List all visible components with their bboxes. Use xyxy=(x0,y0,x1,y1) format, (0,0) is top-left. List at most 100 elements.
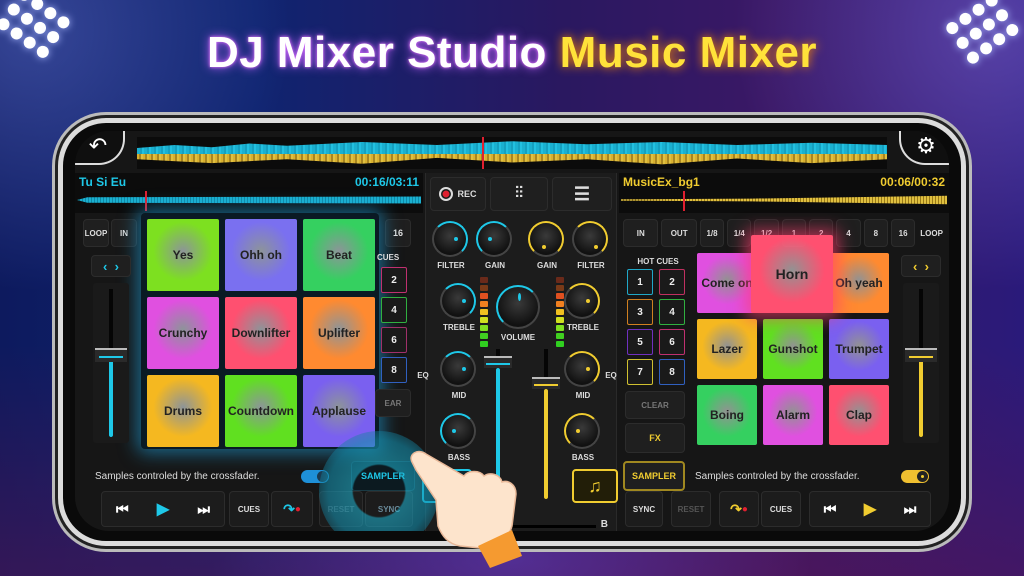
gain-b-label: GAIN xyxy=(537,261,557,270)
deck-b-hot-cue[interactable]: 8 xyxy=(659,359,685,385)
volume-knob[interactable] xyxy=(496,285,540,329)
crossfader-b-label: B xyxy=(600,519,608,530)
deck-b-fx-button[interactable]: FX xyxy=(625,423,685,453)
deck-b-reset-button[interactable]: RESET xyxy=(671,491,711,527)
deck-b-sample-pad[interactable]: Come on xyxy=(697,253,757,313)
bass-b-label: BASS xyxy=(571,453,595,462)
deck-a-play-button[interactable]: ▶ xyxy=(143,499,184,519)
deck-b-sample-pad[interactable]: Gunshot xyxy=(763,319,823,379)
deck-b-next-button[interactable]: ⏭ xyxy=(890,501,930,518)
deck-a-cues-button[interactable]: CUES xyxy=(229,491,269,527)
settings-button[interactable]: ⚙ xyxy=(899,131,949,165)
deck-b-hot-cue[interactable]: 7 xyxy=(627,359,653,385)
treble-a-knob[interactable] xyxy=(440,283,476,319)
deck-b-hot-cue[interactable]: 2 xyxy=(659,269,685,295)
deck-a-track-name: Tu Si Eu xyxy=(79,175,127,189)
channel-fader-a-handle[interactable] xyxy=(484,355,512,368)
deck-b-loop-button[interactable]: 16 xyxy=(890,219,916,247)
deck-a-cue-6[interactable]: 6 xyxy=(381,327,407,353)
deck-b-hot-cue[interactable]: 6 xyxy=(659,329,685,355)
gain-b-knob[interactable] xyxy=(528,221,564,257)
deck-b-sample-pad[interactable]: Clap xyxy=(829,385,889,445)
deck-a-sample-pad[interactable]: Downlifter xyxy=(225,297,297,369)
deck-a-sample-pad[interactable]: Beat xyxy=(303,219,375,291)
sliders-icon: ⫶⫶ xyxy=(514,185,523,202)
deck-b-sample-pad[interactable]: Horn xyxy=(751,235,833,313)
deck-a-record-cue-button[interactable]: ↷ ● xyxy=(271,491,313,527)
deck-a-nudge-buttons[interactable]: ‹ › xyxy=(91,255,131,277)
deck-a-pitch-handle[interactable] xyxy=(95,347,127,362)
deck-a-pitch-fader[interactable] xyxy=(93,283,129,443)
back-button[interactable]: ↶ xyxy=(75,131,125,165)
channel-fader-b-fill xyxy=(544,388,548,499)
deck-a-loop-16-button[interactable]: 16 xyxy=(385,219,411,247)
chevron-right-icon: › xyxy=(924,258,929,274)
deck-b-nudge-buttons[interactable]: ‹ › xyxy=(901,255,941,277)
deck-b-previous-button[interactable]: ⏮ xyxy=(810,501,850,518)
deck-a-cues-label: CUES xyxy=(377,253,400,262)
treble-b-label: TREBLE xyxy=(567,323,599,332)
deck-b-pitch-fill xyxy=(919,355,923,437)
filter-a-knob[interactable] xyxy=(432,221,468,257)
bass-b-knob[interactable] xyxy=(564,413,600,449)
mid-b-knob[interactable] xyxy=(564,351,600,387)
deck-b-record-cue-button[interactable]: ↷ ● xyxy=(719,491,759,527)
deck-a-sample-pad[interactable]: Yes xyxy=(147,219,219,291)
deck-a-cue-2[interactable]: 2 xyxy=(381,267,407,293)
deck-b-crossfader-toggle[interactable] xyxy=(901,470,929,483)
deck-b-sample-pad[interactable]: Alarm xyxy=(763,385,823,445)
gain-a-knob[interactable] xyxy=(476,221,512,257)
deck-b-waveform[interactable] xyxy=(621,195,947,205)
deck-b-sample-pad[interactable]: Boing xyxy=(697,385,757,445)
deck-b-cues-button[interactable]: CUES xyxy=(761,491,801,527)
deck-a-previous-button[interactable]: ⏮ xyxy=(102,501,143,518)
deck-a-sample-pad[interactable]: Ohh oh xyxy=(225,219,297,291)
deck-b-loop-label: LOOP xyxy=(920,228,943,238)
channel-fader-b-handle[interactable] xyxy=(532,376,560,389)
deck-b-add-sample-button[interactable]: ♫ xyxy=(572,469,618,503)
deck-a-sample-pad[interactable]: Uplifter xyxy=(303,297,375,369)
mid-a-knob[interactable] xyxy=(440,351,476,387)
deck-b-play-button[interactable]: ▶ xyxy=(850,499,890,519)
deck-b-sample-pad[interactable]: Lazer xyxy=(697,319,757,379)
eq-settings-button[interactable]: ⫶⫶ xyxy=(490,177,548,211)
menu-button[interactable]: ☰ xyxy=(552,177,612,211)
deck-b-hot-cue[interactable]: 4 xyxy=(659,299,685,325)
deck-b-samples-text: Samples controled by the crossfader. xyxy=(695,471,860,482)
deck-a-waveform[interactable] xyxy=(77,196,421,204)
deck-b-hot-cue[interactable]: 5 xyxy=(627,329,653,355)
deck-b-clear-button[interactable]: CLEAR xyxy=(625,391,685,419)
deck-a-next-button[interactable]: ⏭ xyxy=(183,501,224,518)
deck-b-hot-cue[interactable]: 3 xyxy=(627,299,653,325)
deck-b-sampler-button[interactable]: SAMPLER xyxy=(623,461,685,491)
deck-b-sample-pad[interactable]: Oh yeah xyxy=(829,253,889,313)
deck-a-clear-button[interactable]: EAR xyxy=(375,389,411,417)
deck-b-loop-button[interactable]: 8 xyxy=(863,219,888,247)
deck-b-loop-button[interactable]: OUT xyxy=(661,219,697,247)
deck-b-pitch-fader[interactable] xyxy=(903,283,939,443)
vu-meter-a xyxy=(480,277,488,347)
deck-b-sync-button[interactable]: SYNC xyxy=(625,491,663,527)
deck-a-sample-pad[interactable]: Drums xyxy=(147,375,219,447)
rec-button[interactable]: REC xyxy=(430,177,486,211)
overview-playhead xyxy=(482,137,484,169)
filter-b-knob[interactable] xyxy=(572,221,608,257)
deck-a-loop-in-button[interactable]: IN xyxy=(111,219,137,247)
treble-b-knob[interactable] xyxy=(564,283,600,319)
channel-fader-b[interactable] xyxy=(532,349,560,499)
deck-b-pitch-handle[interactable] xyxy=(905,347,937,362)
hot-cues-label: HOT CUES xyxy=(637,257,679,266)
deck-a-overview-wave xyxy=(137,141,887,154)
deck-a-sample-pad[interactable]: Crunchy xyxy=(147,297,219,369)
overview-waveform[interactable] xyxy=(137,137,887,169)
deck-b-loop-button[interactable]: 1/4 xyxy=(727,219,752,247)
deck-b-loop-button[interactable]: 4 xyxy=(836,219,861,247)
deck-b-overview-wave xyxy=(137,154,887,165)
deck-b-loop-button[interactable]: 1/8 xyxy=(699,219,725,247)
deck-b-hot-cue[interactable]: 1 xyxy=(627,269,653,295)
deck-a-sample-pad[interactable]: Countdown xyxy=(225,375,297,447)
deck-b-loop-button[interactable]: IN xyxy=(623,219,659,247)
deck-a-cue-8[interactable]: 8 xyxy=(381,357,407,383)
deck-b-sample-pad[interactable]: Trumpet xyxy=(829,319,889,379)
deck-a-cue-4[interactable]: 4 xyxy=(381,297,407,323)
